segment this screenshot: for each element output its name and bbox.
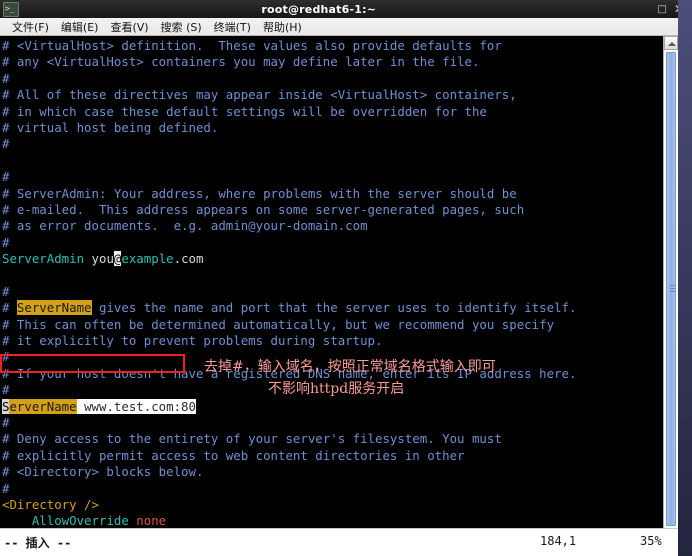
editor-line: # — [2, 480, 10, 496]
editor-line: # as error documents. e.g. admin@your-do… — [2, 218, 368, 234]
editor-line: # — [2, 234, 10, 250]
annotation-line-2: 不影响httpd服务开启 — [268, 381, 405, 397]
editor-line: # virtual host being defined. — [2, 119, 219, 135]
terminal-icon — [3, 1, 19, 17]
serveradmin-space — [84, 251, 91, 266]
editor-line: # — [2, 283, 10, 299]
scroll-percent: 35% — [640, 534, 662, 548]
editor-line-blank — [2, 153, 663, 169]
menu-item-edit[interactable]: 编辑(E) — [55, 18, 105, 36]
minimize-button[interactable]: _ — [644, 6, 650, 18]
menu-item-file[interactable]: 文件(F) — [6, 18, 55, 36]
editor-line: # ServerAdmin: Your address, where probl… — [2, 185, 517, 201]
serveradmin-user: you — [91, 251, 114, 267]
editor-line-directory-open: <Directory /> — [2, 496, 99, 512]
menu-item-view[interactable]: 查看(V) — [104, 18, 154, 36]
editor-line: # <VirtualHost> definition. These values… — [2, 38, 502, 53]
servername-value: www.test.com:80 — [76, 398, 196, 414]
scrollbar-grip-icon — [670, 285, 675, 292]
cursor-position: 184,1 — [540, 534, 577, 548]
window-title: root@redhat6-1:~ — [261, 2, 377, 16]
editor-line-serveradmin: ServerAdmin you@example.com — [2, 251, 663, 267]
annotation-line-1: 去掉#，输入域名，按照正常域名格式输入即可 — [204, 359, 496, 375]
vertical-scrollbar[interactable] — [663, 36, 678, 556]
editor-line-servername-comment: # ServerName gives the name and port tha… — [2, 300, 663, 316]
menu-item-search[interactable]: 搜索 (S) — [155, 18, 208, 36]
editor-line: # Deny access to the entirety of your se… — [2, 431, 502, 447]
menu-bar: 文件(F) 编辑(E) 查看(V) 搜索 (S) 终端(T) 帮助(H) — [0, 18, 692, 36]
allowoverride-key: AllowOverride — [31, 513, 129, 528]
terminal-window: root@redhat6-1:~ _ □ ✕ 文件(F) 编辑(E) 查看(V)… — [0, 0, 692, 556]
serveradmin-domain: example — [121, 251, 174, 267]
desktop-background — [678, 0, 692, 556]
editor-line: # explicitly permit access to web conten… — [2, 447, 465, 463]
editor-line: # All of these directives may appear ins… — [2, 87, 517, 103]
scroll-up-arrow-icon[interactable] — [664, 36, 678, 50]
serveradmin-directive: ServerAdmin — [2, 251, 85, 267]
editor-line: # — [2, 169, 10, 185]
comment-hash: # — [2, 300, 17, 316]
editor-line: # — [2, 70, 10, 86]
allowoverride-value: none — [136, 513, 167, 528]
editor-line: # it explicitly to prevent problems duri… — [2, 333, 383, 349]
servername-keyword: erverName — [9, 398, 77, 414]
editor-mode-indicator: -- 插入 -- — [4, 536, 72, 550]
menu-item-help[interactable]: 帮助(H) — [257, 18, 308, 36]
editor-line-blank — [2, 267, 663, 283]
title-bar: root@redhat6-1:~ _ □ ✕ — [0, 0, 692, 19]
servername-keyword-highlight: ServerName — [16, 300, 92, 316]
terminal-screen[interactable]: # <VirtualHost> definition. These values… — [0, 36, 663, 528]
editor-line-servername-active: ServerName www.test.com:80 — [2, 398, 663, 415]
editor-line: # any <VirtualHost> containers you may d… — [2, 54, 480, 70]
scrollbar-thumb[interactable] — [666, 52, 676, 526]
editor-line-allowoverride: AllowOverride none — [2, 513, 663, 528]
editor-line: # <Directory> blocks below. — [2, 464, 204, 480]
servername-edited-directive: ServerName www.test.com:80 — [2, 398, 196, 415]
editor-line: # in which case these default settings w… — [2, 103, 487, 119]
editor-line: # e-mailed. This address appears on some… — [2, 201, 525, 217]
scrollbar-track[interactable] — [664, 50, 678, 542]
menu-item-terminal[interactable]: 终端(T) — [208, 18, 257, 36]
editor-line: # — [2, 414, 10, 430]
editor-line: # — [2, 136, 10, 152]
serveradmin-tld: .com — [173, 251, 204, 267]
servername-comment-rest: gives the name and port that the server … — [91, 300, 577, 316]
status-bar: -- 插入 -- 184,1 35% — [0, 528, 678, 556]
maximize-button[interactable]: □ — [657, 4, 666, 15]
editor-line: # This can often be determined automatic… — [2, 316, 555, 332]
